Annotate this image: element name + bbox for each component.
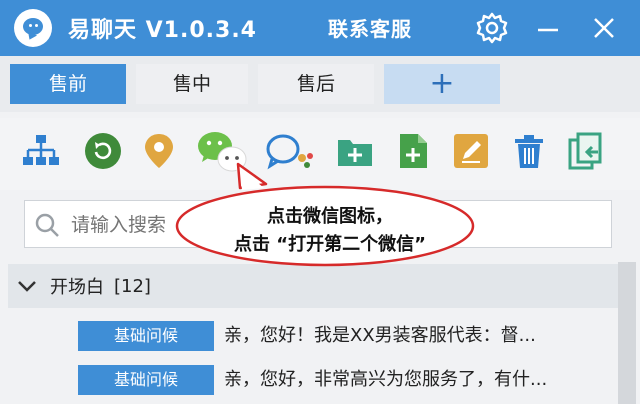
chevron-down-icon[interactable] xyxy=(14,273,40,299)
refresh-icon[interactable] xyxy=(84,132,122,170)
group-header-opening[interactable]: 开场白 [12] xyxy=(8,264,620,308)
add-tab-button[interactable]: + xyxy=(384,64,500,104)
contact-support-title: 联系客服 xyxy=(328,17,412,41)
close-icon[interactable] xyxy=(586,10,622,46)
gear-icon[interactable] xyxy=(474,10,510,46)
title-bar: 易聊天 V1.0.3.4 联系客服 xyxy=(0,0,640,56)
reply-text: 亲，您好！我是XX男装客服代表：督... xyxy=(224,325,536,346)
org-chart-icon[interactable] xyxy=(22,132,60,170)
tab-after-sale[interactable]: 售后 xyxy=(258,64,374,104)
app-title: 易聊天 V1.0.3.4 xyxy=(68,18,257,43)
import-icon[interactable] xyxy=(568,132,606,170)
group-count: [12] xyxy=(114,275,151,297)
app-logo-icon xyxy=(14,9,52,47)
minimize-icon[interactable] xyxy=(530,10,566,46)
callout-line-2: 点击 “打开第二个微信” xyxy=(234,234,426,255)
reply-text: 亲，您好，非常高兴为您服务了，有什... xyxy=(224,369,548,390)
instruction-callout: 点击微信图标， 点击 “打开第二个微信” xyxy=(170,150,480,268)
tab-in-sale[interactable]: 售中 xyxy=(136,64,248,104)
list-item[interactable]: 基础问候 亲，您好！我是XX男装客服代表：督... xyxy=(0,318,640,354)
tab-presale[interactable]: 售前 xyxy=(10,64,126,104)
category-tabs: 售前 售中 售后 + xyxy=(0,56,640,112)
group-title: 开场白 xyxy=(50,277,104,298)
callout-line-1: 点击微信图标， xyxy=(267,206,393,227)
category-tag: 基础问候 xyxy=(78,321,214,351)
list-item[interactable]: 基础问候 亲，您好，非常高兴为您服务了，有什... xyxy=(0,362,640,398)
category-tag: 基础问候 xyxy=(78,365,214,395)
scrollbar[interactable] xyxy=(618,262,636,404)
trash-icon[interactable] xyxy=(510,132,548,170)
search-icon xyxy=(35,213,59,237)
